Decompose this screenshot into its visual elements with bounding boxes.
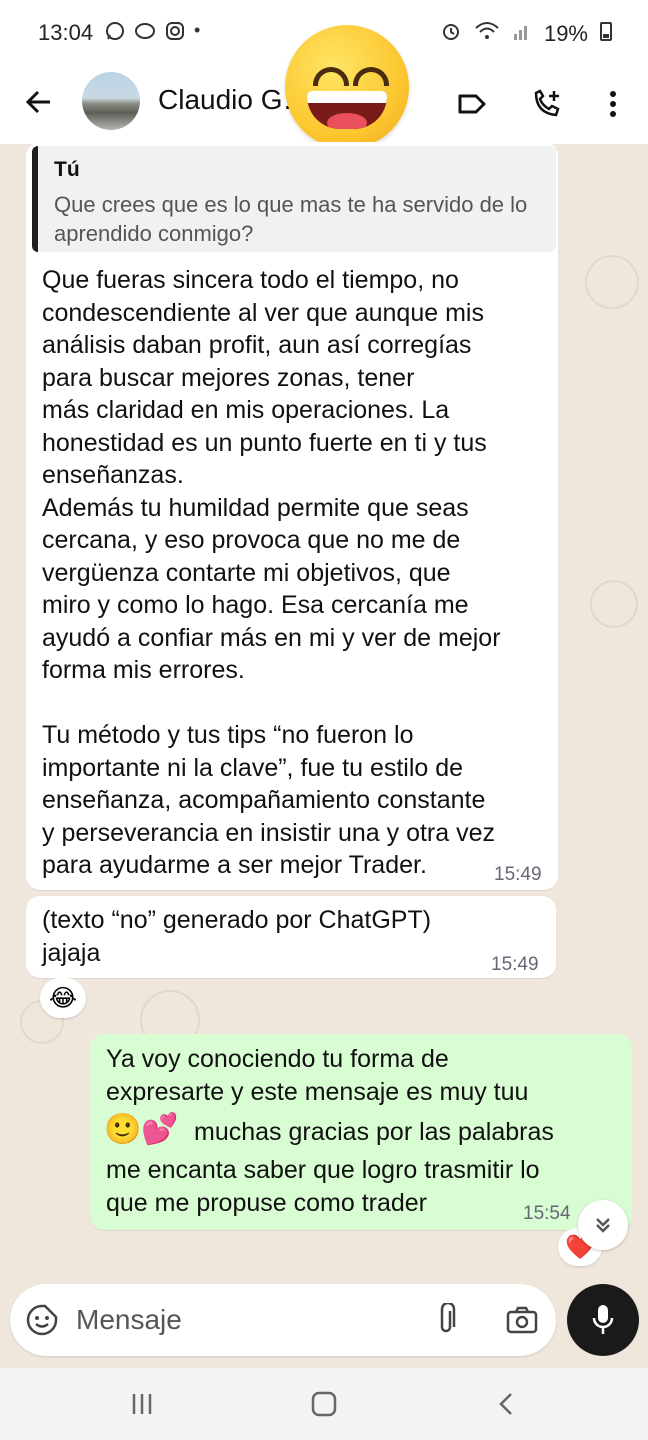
camera-button[interactable] (504, 1302, 540, 1338)
quote-author: Tú (54, 158, 80, 181)
home-button[interactable] (304, 1386, 344, 1422)
add-call-button[interactable] (527, 84, 567, 124)
recent-apps-button[interactable] (122, 1386, 162, 1422)
messenger-icon (134, 20, 156, 48)
instagram-icon (164, 20, 186, 48)
alarm-icon (440, 20, 462, 48)
paperclip-icon (440, 1303, 456, 1333)
background-doodle (590, 580, 638, 628)
status-time: 13:04 (38, 20, 94, 45)
avatar[interactable] (82, 72, 140, 130)
status-right: 19% (440, 20, 612, 48)
message-text: Que fueras sincera todo el tiempo, no co… (42, 266, 501, 879)
more-vertical-icon (610, 91, 616, 117)
message-text-line: expresarte y este mensaje es muy tuu (106, 1078, 529, 1106)
message-time: 15:54 (523, 1203, 571, 1224)
battery-text: 19% (543, 21, 588, 46)
home-icon (311, 1391, 337, 1417)
quote-text: Que crees que es lo que mas te ha servid… (54, 192, 528, 246)
background-doodle (585, 255, 639, 309)
voice-message-button[interactable] (567, 1284, 639, 1356)
quoted-message[interactable]: Tú Que crees que es lo que mas te ha ser… (32, 146, 556, 252)
message-text-line: Ya voy conociendo tu forma de (106, 1045, 449, 1073)
sticker-emoji-icon (26, 1304, 58, 1336)
camera-icon (506, 1306, 538, 1334)
recents-icon (132, 1394, 152, 1414)
phone-add-icon (534, 89, 560, 117)
system-navigation-bar (0, 1368, 648, 1440)
back-nav-button[interactable] (486, 1386, 526, 1422)
message-text-line: muchas gracias por las palabras (194, 1118, 554, 1146)
more-options-button[interactable] (593, 84, 633, 124)
signal-icon (512, 20, 532, 48)
whatsapp-icon (104, 20, 126, 48)
reaction-laughing[interactable]: 😂 (40, 978, 86, 1018)
message-input[interactable]: Mensaje (76, 1304, 182, 1336)
emoji-button[interactable] (24, 1302, 60, 1338)
microphone-icon (592, 1305, 614, 1334)
message-time: 15:49 (494, 864, 542, 885)
back-button[interactable] (20, 82, 60, 122)
scroll-to-bottom-button[interactable] (578, 1200, 628, 1250)
wifi-icon (474, 20, 500, 48)
message-text: (texto “no” generado por ChatGPT) jajaja (42, 906, 432, 967)
attach-button[interactable] (428, 1302, 464, 1338)
label-button[interactable] (452, 84, 492, 124)
chevron-left-icon (499, 1393, 512, 1415)
message-time: 15:49 (491, 954, 539, 975)
message-composer: Mensaje (10, 1284, 556, 1356)
emoji-inline: 🙂💕 (104, 1113, 179, 1146)
battery-icon (600, 20, 612, 48)
dot-icon: • (194, 20, 201, 40)
notification-icons: • (104, 20, 200, 48)
grinning-emoji-sticker (285, 25, 409, 149)
arrow-left-icon (25, 90, 50, 114)
label-icon (458, 94, 486, 114)
double-chevron-down-icon (596, 1218, 610, 1233)
